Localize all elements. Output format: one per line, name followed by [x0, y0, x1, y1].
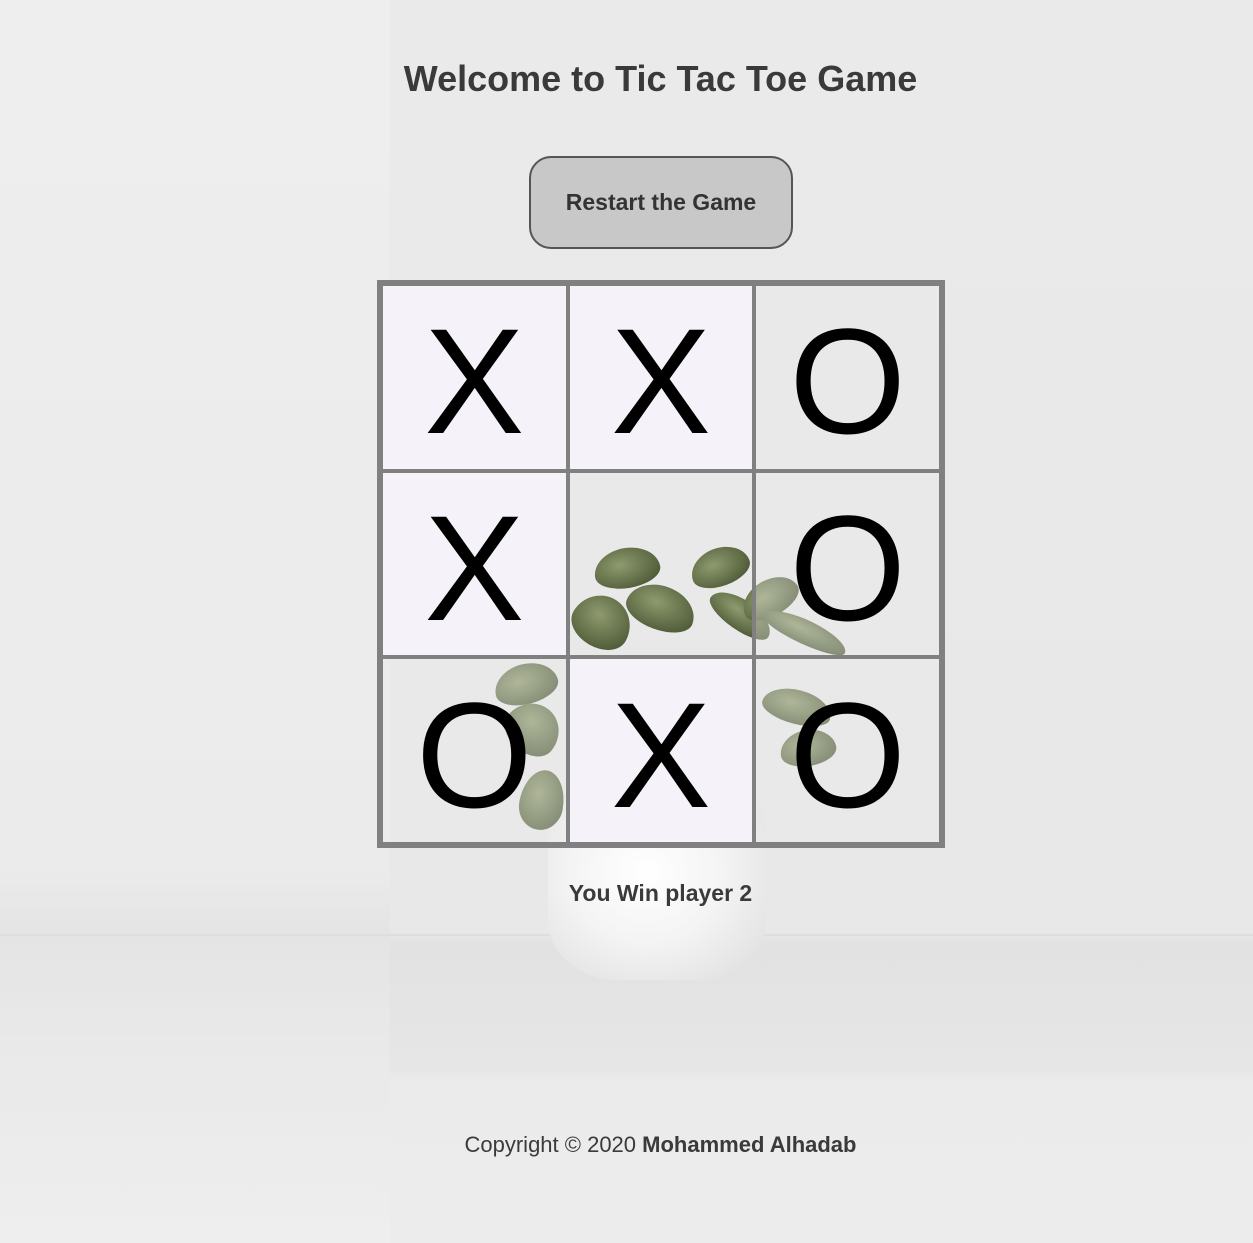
cell-mark: O [789, 297, 906, 466]
cell-mark: O [789, 670, 906, 839]
cell-mark: O [415, 670, 533, 839]
board-cell[interactable]: O [754, 284, 941, 471]
board-cell[interactable]: X [381, 470, 568, 658]
restart-button[interactable]: Restart the Game [529, 156, 793, 249]
board-cell[interactable]: X [567, 284, 755, 471]
copyright-text: Copyright © 2020 [464, 1132, 637, 1157]
board-cell[interactable]: O [754, 470, 941, 658]
board-cell[interactable] [567, 470, 755, 658]
board-cell[interactable]: X [381, 284, 568, 471]
cell-mark: X [610, 297, 712, 466]
board-cell[interactable]: O [381, 657, 568, 844]
game-status: You Win player 2 [568, 880, 753, 906]
cell-mark: X [424, 483, 525, 652]
cell-mark: X [610, 670, 712, 839]
footer: Copyright © 2020 Mohammed Alhadab [0, 1132, 1253, 1158]
cell-mark: O [789, 483, 906, 652]
board-cell[interactable]: O [754, 657, 941, 844]
cell-mark: X [424, 297, 525, 466]
game-board: X X O X O O X O [377, 280, 945, 848]
board-cell[interactable]: X [567, 657, 755, 844]
author-name: Mohammed Alhadab [642, 1132, 857, 1157]
background-left [0, 0, 390, 1243]
page-title: Welcome to Tic Tac Toe Game [403, 58, 918, 99]
